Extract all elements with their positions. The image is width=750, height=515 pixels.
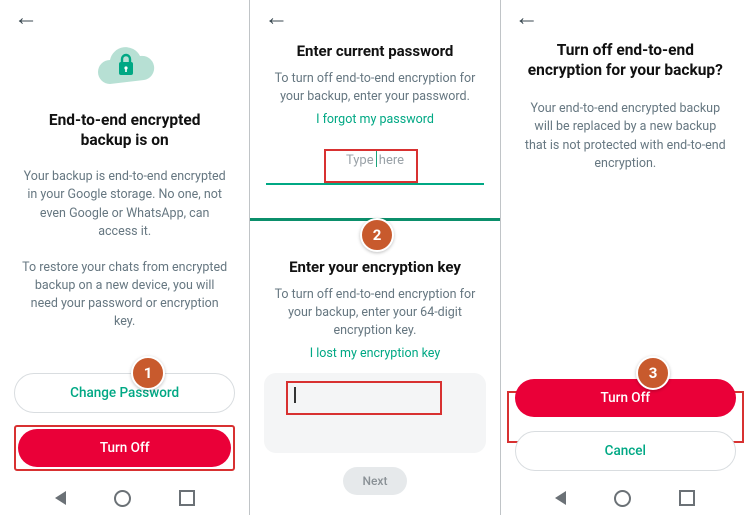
page-title: Turn off end-to-end encryption for your …: [525, 40, 726, 80]
encrypted-cloud-icon: [90, 44, 160, 94]
panel-backup-on: ← End-to-end encrypted backup is on Your…: [0, 0, 249, 515]
nav-recents-icon[interactable]: [679, 490, 695, 506]
turn-off-button[interactable]: Turn Off: [18, 429, 231, 467]
description-1: Your backup is end-to-end encrypted in y…: [22, 168, 227, 241]
change-password-button[interactable]: Change Password: [14, 373, 235, 413]
description-2: To restore your chats from encrypted bac…: [22, 259, 227, 332]
password-input-wrap: Typehere: [266, 149, 483, 185]
page-title: Enter your encryption key: [289, 258, 461, 276]
forgot-password-link[interactable]: I forgot my password: [316, 112, 434, 127]
panel-confirm-turn-off: ← Turn off end-to-end encryption for you…: [500, 0, 750, 515]
description: To turn off end-to-end encryption for yo…: [272, 286, 477, 340]
highlight-box: Turn Off: [14, 425, 235, 471]
nav-home-icon[interactable]: [114, 490, 131, 507]
highlight-box: [324, 149, 418, 183]
nav-back-icon[interactable]: [555, 491, 566, 505]
lost-key-link[interactable]: I lost my encryption key: [310, 346, 441, 361]
topbar: ←: [0, 0, 249, 36]
step-badge-1: 1: [131, 356, 165, 390]
password-input[interactable]: Typehere: [266, 149, 483, 185]
cancel-button[interactable]: Cancel: [515, 431, 736, 471]
step-badge-2: 2: [360, 218, 394, 252]
android-navbar: [0, 481, 249, 515]
highlight-box: [286, 381, 442, 415]
nav-recents-icon[interactable]: [179, 490, 195, 506]
topbar: ←: [501, 0, 750, 36]
page-title: Enter current password: [297, 42, 454, 60]
nav-back-icon[interactable]: [55, 491, 66, 505]
back-icon[interactable]: ←: [515, 5, 539, 29]
android-navbar: [501, 481, 750, 515]
turn-off-button[interactable]: Turn Off: [515, 379, 736, 417]
panel-enter-key: ← Enter your encryption key To turn off …: [250, 226, 499, 515]
step-badge-3: 3: [636, 356, 670, 390]
next-button[interactable]: Next: [343, 467, 407, 495]
back-icon[interactable]: ←: [14, 5, 38, 29]
topbar: ←: [250, 0, 499, 36]
page-title: End-to-end encrypted backup is on: [24, 110, 225, 150]
button-group: Change Password Turn Off: [14, 373, 235, 471]
button-group: Turn Off Cancel: [515, 379, 736, 471]
panel-enter-password: ← Enter current password To turn off end…: [249, 0, 499, 515]
nav-home-icon[interactable]: [614, 490, 631, 507]
description: To turn off end-to-end encryption for yo…: [272, 70, 477, 106]
back-icon[interactable]: ←: [264, 5, 288, 29]
encryption-key-input[interactable]: [264, 373, 485, 453]
description: Your end-to-end encrypted backup will be…: [523, 100, 728, 173]
